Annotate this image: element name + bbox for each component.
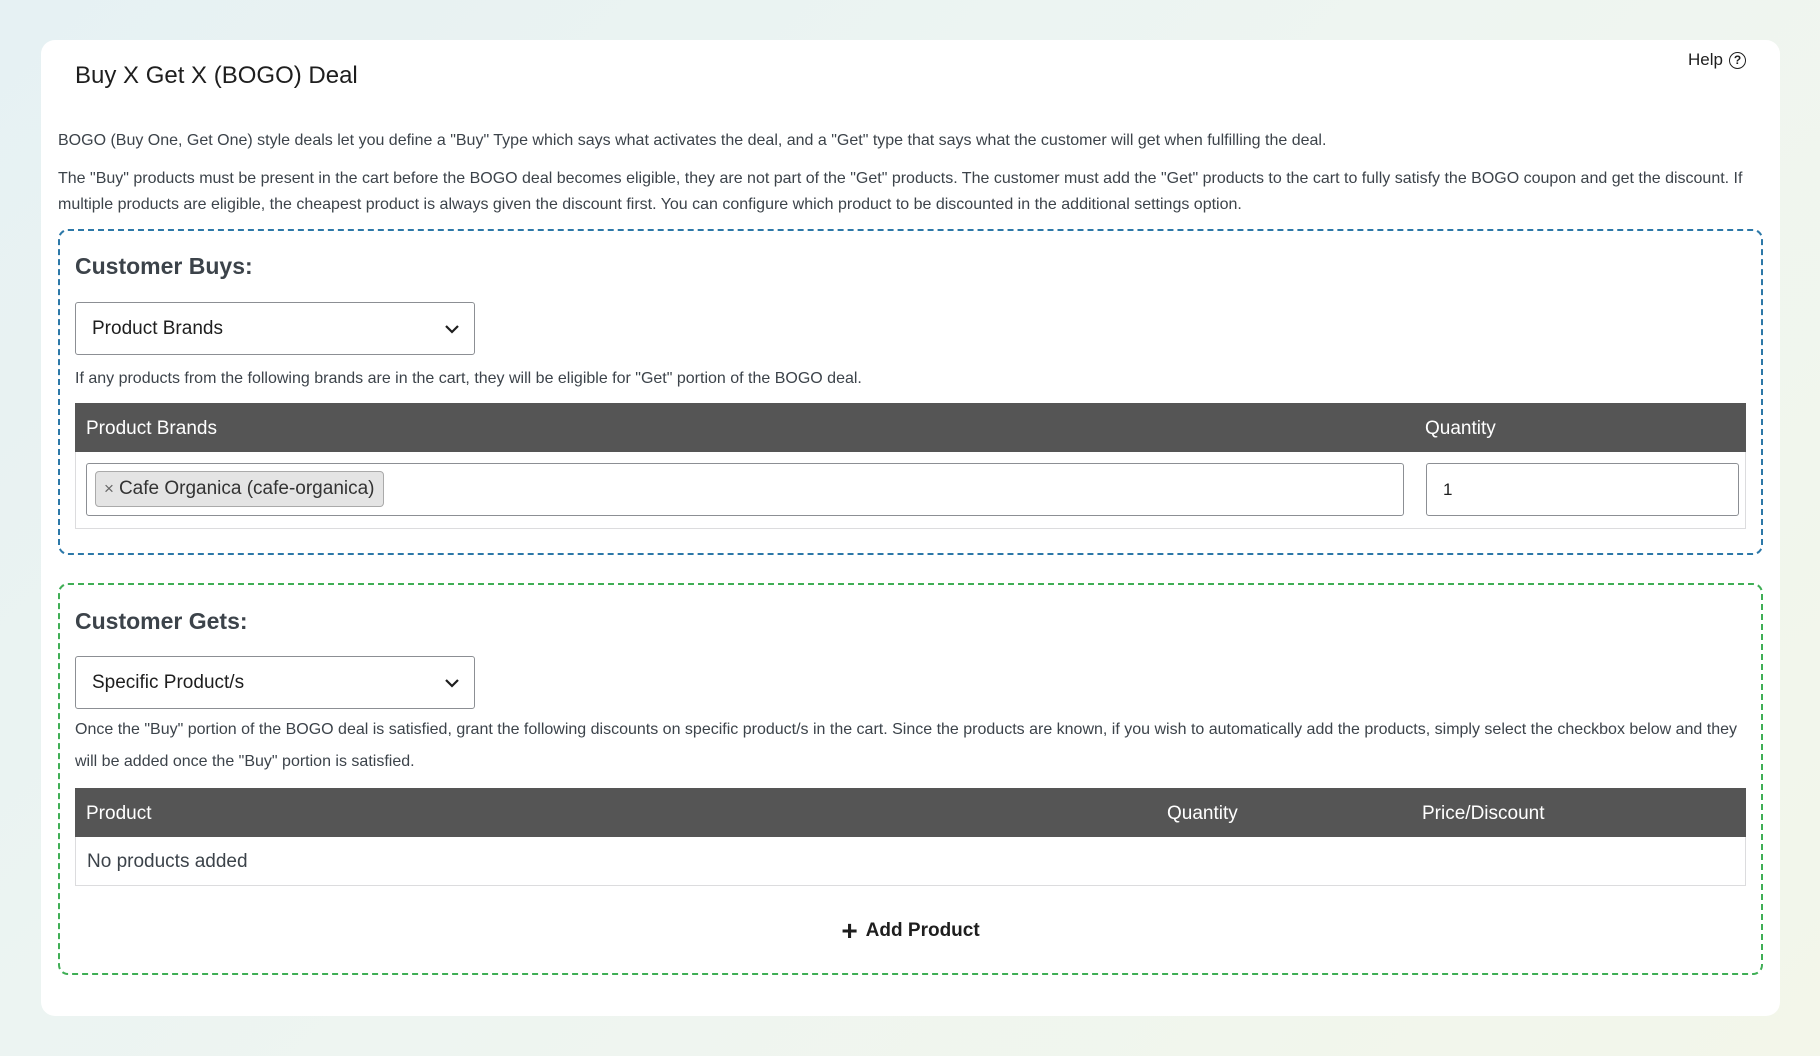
remove-tag-icon[interactable]: × (104, 479, 114, 499)
brand-search-input[interactable]: × Cafe Organica (cafe-organica) (86, 463, 1404, 516)
buys-note: If any products from the following brand… (75, 370, 862, 387)
buy-type-select[interactable]: Product Brands (75, 302, 475, 355)
select-value: Specific Product/s (92, 671, 245, 693)
column-header-quantity: Quantity (1425, 418, 1496, 439)
column-header-quantity: Quantity (1167, 803, 1238, 824)
gets-note: Once the "Buy" portion of the BOGO deal … (75, 721, 1738, 770)
table-header: Product Brands Quantity (75, 403, 1746, 452)
table-row: No products added (75, 837, 1746, 886)
help-label: Help (1688, 50, 1723, 69)
chevron-down-icon (445, 678, 459, 688)
customer-gets-section: Customer Gets: Specific Product/s Once t… (58, 583, 1763, 975)
question-circle-icon: ? (1729, 51, 1746, 69)
empty-state-text: No products added (87, 851, 248, 872)
column-header-price-discount: Price/Discount (1422, 803, 1545, 824)
description-text: BOGO (Buy One, Get One) style deals let … (58, 132, 1327, 149)
quantity-field[interactable]: 1 (1426, 463, 1739, 516)
section-title: Customer Gets: (75, 608, 248, 634)
panel-header: Buy X Get X (BOGO) Deal Help ? (58, 40, 1763, 122)
brand-tag-label: Cafe Organica (cafe-organica) (118, 478, 375, 499)
description-text: The "Buy" products must be present in th… (58, 170, 1743, 213)
chevron-down-icon (445, 324, 459, 334)
column-header-product: Product (86, 803, 152, 824)
get-type-select[interactable]: Specific Product/s (75, 656, 475, 709)
column-header-product-brands: Product Brands (86, 418, 217, 439)
brand-tag: × Cafe Organica (cafe-organica) (95, 471, 384, 507)
help-link[interactable]: Help ? (1688, 50, 1746, 70)
section-title: Customer Buys: (75, 253, 253, 279)
panel-title: Buy X Get X (BOGO) Deal (75, 62, 358, 89)
select-value: Product Brands (92, 317, 223, 339)
table-header: Product Quantity Price/Discount (75, 788, 1746, 837)
customer-buys-section: Customer Buys: Product Brands If any pro… (58, 229, 1763, 555)
plus-icon: + (841, 915, 858, 946)
table-row: × Cafe Organica (cafe-organica) 1 (75, 452, 1746, 529)
add-product-label: Add Product (865, 920, 980, 941)
add-product-button[interactable]: + Add Product (841, 915, 980, 946)
bogo-deal-panel: Buy X Get X (BOGO) Deal Help ? BOGO (Buy… (41, 40, 1780, 1016)
